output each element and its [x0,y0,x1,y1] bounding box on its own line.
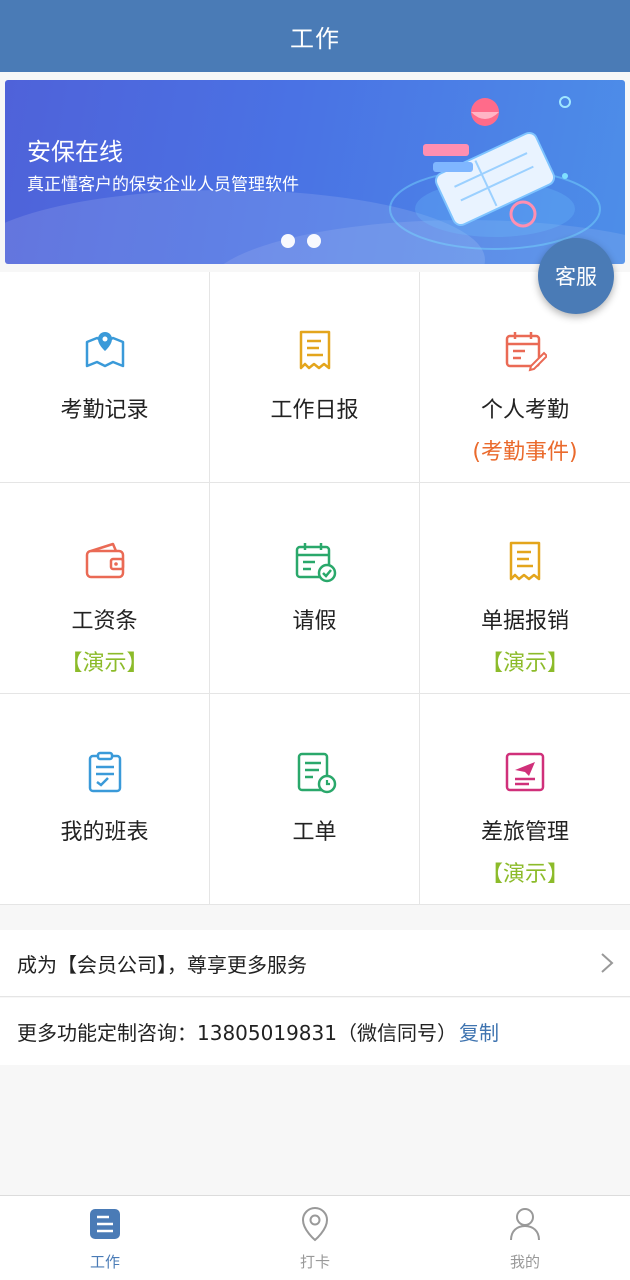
clipboard-check-icon [88,751,122,793]
calendar-edit-icon [505,332,547,372]
promo-banner[interactable]: 安保在线 真正懂客户的保安企业人员管理软件 [5,80,625,264]
grid-item-label: 个人考勤 [480,398,569,423]
tab-label: 工作 [89,1253,120,1271]
tab-punch-in[interactable]: 打卡 [210,1196,420,1280]
work-order-clock-icon [297,752,337,794]
travel-plane-icon [505,752,545,792]
grid-item-travel-management[interactable]: 差旅管理 【演示】 [420,694,630,905]
grid-item-label: 单据报销 [480,609,569,634]
grid-item-sublabel: 【演示】 [480,862,569,887]
bottom-tab-bar: 工作 打卡 我的 [0,1195,630,1280]
carousel-dot[interactable] [281,234,295,248]
page-title: 工作 [290,24,340,53]
wallet-icon [85,542,125,579]
tab-mine[interactable]: 我的 [420,1196,630,1280]
grid-item-work-order[interactable]: 工单 [210,694,420,905]
receipt-icon [509,541,541,581]
grid-item-label: 请假 [292,609,337,634]
carousel-dot[interactable] [307,234,321,248]
grid-item-label: 我的班表 [60,820,149,845]
grid-item-daily-report[interactable]: 工作日报 [210,272,420,483]
phone-map-illustration [389,96,601,250]
grid-item-label: 工资条 [71,609,138,634]
member-row-text: 成为【会员公司】，尊享更多服务 [17,952,307,977]
carousel-dots [281,234,321,248]
location-pin-icon [301,1206,329,1242]
consult-row: 更多功能定制咨询：13805019831（微信同号） 复制 [0,998,630,1065]
tab-label: 打卡 [299,1253,330,1271]
member-company-row[interactable]: 成为【会员公司】，尊享更多服务 [0,930,630,997]
grid-item-leave-request[interactable]: 请假 [210,483,420,694]
banner-subtitle: 真正懂客户的保安企业人员管理软件 [27,175,299,195]
calendar-check-icon [295,543,337,583]
function-grid: 考勤记录 工作日报 个人考勤 (考勤事件) 工资条 【演示】 请假 单据报销 【… [0,272,630,905]
banner-title: 安保在线 [27,138,123,166]
copy-link[interactable]: 复制 [459,1017,499,1046]
chevron-right-icon [601,953,614,973]
customer-service-button[interactable]: 客服 [538,238,614,314]
grid-item-sublabel: 【演示】 [480,651,569,676]
grid-item-label: 工单 [292,820,337,845]
tab-label: 我的 [509,1253,540,1271]
grid-item-sublabel: (考勤事件) [472,440,578,465]
grid-item-sublabel: 【演示】 [60,651,149,676]
grid-item-label: 工作日报 [270,398,359,423]
grid-item-attendance-records[interactable]: 考勤记录 [0,272,210,483]
consult-text: 更多功能定制咨询：13805019831（微信同号） [17,1021,457,1045]
top-header: 工作 [0,0,630,72]
map-pin-icon [85,332,125,368]
grid-item-my-schedule[interactable]: 我的班表 [0,694,210,905]
grid-item-label: 差旅管理 [480,820,569,845]
grid-item-expense-reimbursement[interactable]: 单据报销 【演示】 [420,483,630,694]
report-doc-icon [299,330,331,370]
grid-item-payslip[interactable]: 工资条 【演示】 [0,483,210,694]
user-icon [510,1208,540,1241]
work-list-icon [90,1209,120,1239]
grid-item-label: 考勤记录 [60,398,149,423]
tab-work[interactable]: 工作 [0,1196,210,1280]
